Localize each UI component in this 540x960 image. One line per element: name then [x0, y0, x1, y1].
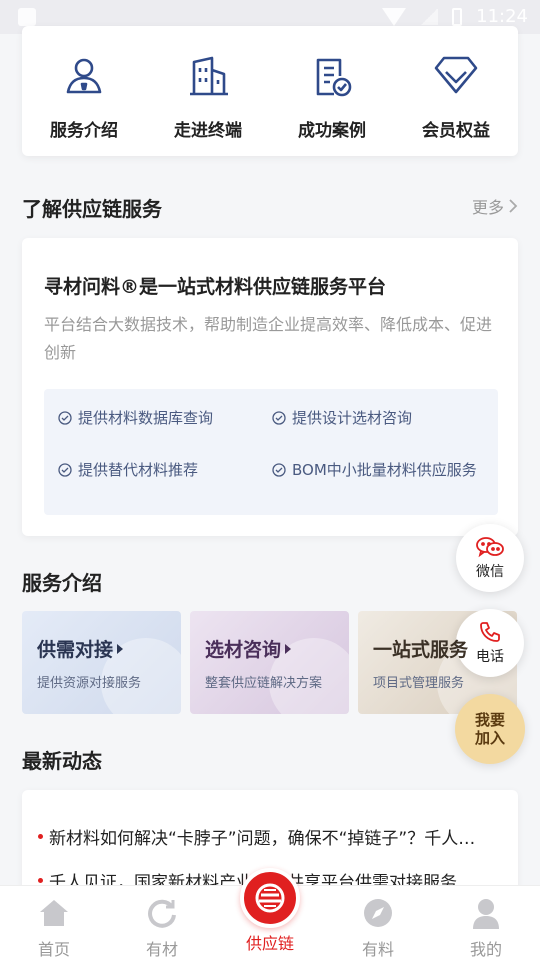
wifi-icon	[382, 7, 407, 26]
bullet-dot	[38, 833, 43, 839]
tile-subtitle: 项目式管理服务	[373, 676, 465, 691]
check-circle-icon	[58, 463, 72, 477]
join-label-line1: 我要	[474, 711, 505, 729]
quick-entry-terminal[interactable]: 走进终端	[153, 52, 263, 156]
quick-entry-label: 会员权益	[422, 121, 490, 141]
tab-label: 首页	[37, 940, 70, 959]
check-circle-icon	[58, 411, 72, 425]
notification-icon	[18, 8, 36, 26]
caret-right-icon	[117, 643, 124, 654]
feature-item: 提供材料数据库查询	[58, 405, 272, 447]
quick-entry-label: 成功案例	[298, 121, 366, 141]
building-icon	[184, 52, 232, 100]
caret-right-icon	[285, 643, 292, 654]
wechat-button[interactable]: 微信	[456, 524, 524, 592]
join-label-line2: 加入	[474, 729, 505, 747]
tab-materials[interactable]: 有材	[108, 886, 216, 960]
bullet-dot	[38, 877, 43, 883]
wechat-label: 微信	[476, 564, 504, 580]
tab-label: 有料	[361, 940, 394, 959]
tile-subtitle: 提供资源对接服务	[37, 676, 142, 691]
tab-supply-chain[interactable]: 供应链	[216, 868, 324, 960]
refresh-circle-icon	[145, 896, 179, 930]
join-button[interactable]: 我要 加入	[455, 694, 525, 764]
tab-label: 有材	[145, 940, 178, 959]
profile-icon	[469, 896, 503, 930]
tab-info[interactable]: 有料	[324, 886, 432, 960]
feature-text: 提供设计选材咨询	[292, 409, 413, 427]
tile-title: 选材咨询	[205, 639, 282, 661]
tab-profile[interactable]: 我的	[432, 886, 540, 960]
tab-label: 我的	[469, 940, 502, 959]
feature-list: 提供材料数据库查询 提供设计选材咨询 提供替代材料推荐 BOM中小批量材料供应服…	[44, 389, 498, 515]
understand-section-title: 了解供应链服务	[22, 197, 162, 221]
tile-subtitle: 整套供应链解决方案	[205, 676, 323, 691]
supply-chain-icon	[240, 868, 300, 928]
bottom-tab-bar: 首页 有材 供应链 有料 我的	[0, 868, 540, 960]
news-section-title: 最新动态	[22, 749, 102, 773]
quick-entry-service-intro[interactable]: 服务介绍	[29, 52, 139, 156]
feature-item: 提供替代材料推荐	[58, 457, 272, 499]
quick-entry-member-benefits[interactable]: 会员权益	[401, 52, 511, 156]
quick-entry-cases[interactable]: 成功案例	[277, 52, 387, 156]
news-title: 新材料如何解决“卡脖子”问题，确保不“掉链子”？千人见证	[49, 828, 489, 849]
chevron-right-icon	[509, 199, 518, 213]
check-circle-icon	[272, 463, 286, 477]
more-link[interactable]: 更多	[472, 194, 518, 218]
tab-label: 供应链	[245, 934, 294, 953]
services-section-title: 服务介绍	[22, 571, 102, 595]
check-circle-icon	[272, 411, 286, 425]
intro-description: 平台结合大数据技术，帮助制造企业提高效率、降低成本、促进创新	[44, 315, 493, 362]
quick-entry-card: 服务介绍 走进终端 成功案例 会员权益	[22, 26, 518, 156]
service-tile-supply-demand[interactable]: 供需对接 提供资源对接服务	[22, 611, 181, 714]
tile-title: 供需对接	[37, 639, 114, 661]
news-item[interactable]: 新材料如何解决“卡脖子”问题，确保不“掉链子”？千人见证	[38, 814, 502, 858]
battery-icon	[452, 7, 463, 26]
quick-entry-label: 走进终端	[174, 121, 242, 141]
quick-entry-label: 服务介绍	[50, 121, 118, 141]
feature-text: 提供材料数据库查询	[78, 409, 214, 427]
feature-text: BOM中小批量材料供应服务	[292, 461, 477, 479]
service-tiles: 供需对接 提供资源对接服务 选材咨询 整套供应链解决方案 一站式服务 项目式管理…	[22, 611, 518, 714]
compass-icon	[361, 896, 395, 930]
feature-item: 提供设计选材咨询	[272, 405, 486, 447]
document-check-icon	[308, 52, 356, 100]
tile-title: 一站式服务	[373, 639, 469, 661]
feature-text: 提供替代材料推荐	[78, 461, 199, 479]
more-label: 更多	[471, 198, 504, 217]
feature-item: BOM中小批量材料供应服务	[272, 457, 486, 499]
user-badge-icon	[60, 52, 108, 100]
signal-icon	[420, 8, 439, 25]
wechat-icon	[476, 537, 504, 558]
tab-home[interactable]: 首页	[0, 886, 108, 960]
diamond-icon	[432, 52, 480, 100]
intro-card[interactable]: 寻材问料®是一站式材料供应链服务平台 平台结合大数据技术，帮助制造企业提高效率、…	[22, 238, 518, 536]
intro-title: 寻材问料®是一站式材料供应链服务平台	[44, 276, 387, 298]
service-tile-material-consulting[interactable]: 选材咨询 整套供应链解决方案	[190, 611, 349, 714]
home-icon	[37, 896, 71, 930]
status-time: 11:24	[476, 6, 528, 27]
